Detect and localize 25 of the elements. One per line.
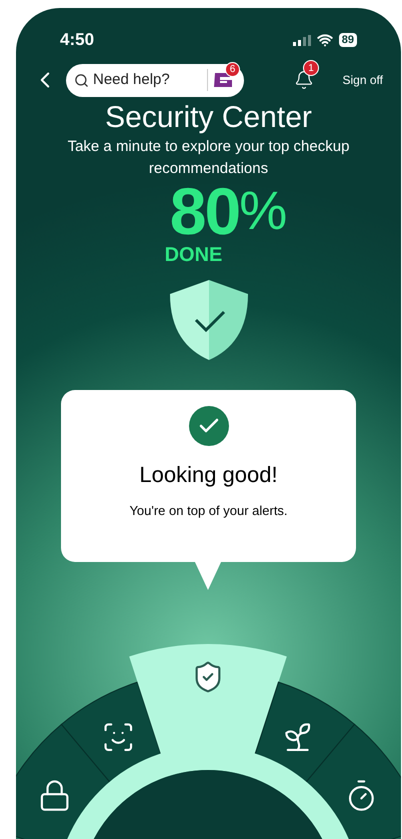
notification-badge: 1 xyxy=(303,60,319,76)
clock-icon xyxy=(350,781,373,810)
leaf-icon xyxy=(286,724,310,750)
progress-label: DONE xyxy=(164,244,222,266)
signal-icon xyxy=(292,34,311,46)
card-message: You're on top of your alerts. xyxy=(129,502,288,520)
page-subtitle: Take a minute to explore your top checkup recommendations xyxy=(66,137,350,179)
percent-sign: % xyxy=(239,184,288,238)
search-input[interactable]: Need help? xyxy=(93,68,203,92)
face-scan-icon xyxy=(106,724,132,750)
search-bar[interactable]: Need help? 6 xyxy=(66,64,244,96)
status-time: 4:50 xyxy=(60,29,94,52)
battery-level: 89 xyxy=(338,33,357,47)
chat-logo-icon[interactable] xyxy=(212,71,234,89)
page-title: Security Center xyxy=(105,100,312,136)
card-title: Looking good! xyxy=(139,461,278,489)
chat-badge: 6 xyxy=(225,62,240,77)
progress-percent: 80 xyxy=(170,178,240,244)
shield-check-icon xyxy=(170,280,248,360)
dial-segment[interactable] xyxy=(129,644,287,756)
lock-icon xyxy=(42,781,68,810)
search-icon xyxy=(74,72,89,88)
sign-off-link[interactable]: Sign off xyxy=(342,71,383,89)
wifi-icon xyxy=(316,32,333,48)
bell-icon[interactable] xyxy=(294,70,314,90)
